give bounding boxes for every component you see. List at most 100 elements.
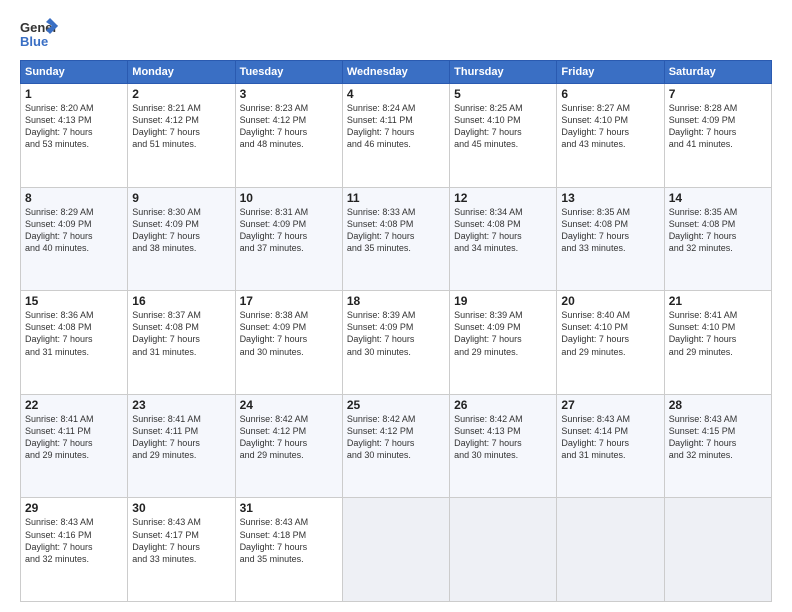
day-info: Sunrise: 8:42 AMSunset: 4:12 PMDaylight:… — [240, 413, 338, 462]
calendar-cell: 18Sunrise: 8:39 AMSunset: 4:09 PMDayligh… — [342, 291, 449, 395]
calendar-cell: 17Sunrise: 8:38 AMSunset: 4:09 PMDayligh… — [235, 291, 342, 395]
calendar-cell: 11Sunrise: 8:33 AMSunset: 4:08 PMDayligh… — [342, 187, 449, 291]
calendar-cell: 3Sunrise: 8:23 AMSunset: 4:12 PMDaylight… — [235, 84, 342, 188]
day-info: Sunrise: 8:42 AMSunset: 4:13 PMDaylight:… — [454, 413, 552, 462]
svg-text:Blue: Blue — [20, 34, 48, 49]
calendar-cell: 8Sunrise: 8:29 AMSunset: 4:09 PMDaylight… — [21, 187, 128, 291]
day-number: 23 — [132, 398, 230, 412]
day-info: Sunrise: 8:34 AMSunset: 4:08 PMDaylight:… — [454, 206, 552, 255]
day-info: Sunrise: 8:40 AMSunset: 4:10 PMDaylight:… — [561, 309, 659, 358]
day-number: 6 — [561, 87, 659, 101]
calendar-cell: 26Sunrise: 8:42 AMSunset: 4:13 PMDayligh… — [450, 394, 557, 498]
day-number: 7 — [669, 87, 767, 101]
calendar-cell: 12Sunrise: 8:34 AMSunset: 4:08 PMDayligh… — [450, 187, 557, 291]
calendar-cell — [664, 498, 771, 602]
day-info: Sunrise: 8:41 AMSunset: 4:11 PMDaylight:… — [25, 413, 123, 462]
calendar-cell — [450, 498, 557, 602]
day-info: Sunrise: 8:36 AMSunset: 4:08 PMDaylight:… — [25, 309, 123, 358]
calendar-cell: 13Sunrise: 8:35 AMSunset: 4:08 PMDayligh… — [557, 187, 664, 291]
day-number: 5 — [454, 87, 552, 101]
day-info: Sunrise: 8:39 AMSunset: 4:09 PMDaylight:… — [454, 309, 552, 358]
day-info: Sunrise: 8:41 AMSunset: 4:11 PMDaylight:… — [132, 413, 230, 462]
day-info: Sunrise: 8:43 AMSunset: 4:14 PMDaylight:… — [561, 413, 659, 462]
calendar-cell: 7Sunrise: 8:28 AMSunset: 4:09 PMDaylight… — [664, 84, 771, 188]
day-info: Sunrise: 8:21 AMSunset: 4:12 PMDaylight:… — [132, 102, 230, 151]
calendar-cell: 28Sunrise: 8:43 AMSunset: 4:15 PMDayligh… — [664, 394, 771, 498]
day-info: Sunrise: 8:24 AMSunset: 4:11 PMDaylight:… — [347, 102, 445, 151]
day-number: 4 — [347, 87, 445, 101]
day-number: 11 — [347, 191, 445, 205]
day-number: 30 — [132, 501, 230, 515]
day-number: 14 — [669, 191, 767, 205]
day-info: Sunrise: 8:43 AMSunset: 4:15 PMDaylight:… — [669, 413, 767, 462]
calendar-week-1: 1Sunrise: 8:20 AMSunset: 4:13 PMDaylight… — [21, 84, 772, 188]
calendar-cell: 5Sunrise: 8:25 AMSunset: 4:10 PMDaylight… — [450, 84, 557, 188]
day-number: 8 — [25, 191, 123, 205]
day-number: 27 — [561, 398, 659, 412]
day-info: Sunrise: 8:20 AMSunset: 4:13 PMDaylight:… — [25, 102, 123, 151]
day-number: 15 — [25, 294, 123, 308]
day-number: 29 — [25, 501, 123, 515]
calendar-week-3: 15Sunrise: 8:36 AMSunset: 4:08 PMDayligh… — [21, 291, 772, 395]
day-info: Sunrise: 8:39 AMSunset: 4:09 PMDaylight:… — [347, 309, 445, 358]
day-info: Sunrise: 8:43 AMSunset: 4:17 PMDaylight:… — [132, 516, 230, 565]
day-info: Sunrise: 8:43 AMSunset: 4:18 PMDaylight:… — [240, 516, 338, 565]
weekday-header-sunday: Sunday — [21, 61, 128, 84]
calendar-cell: 10Sunrise: 8:31 AMSunset: 4:09 PMDayligh… — [235, 187, 342, 291]
calendar-cell: 20Sunrise: 8:40 AMSunset: 4:10 PMDayligh… — [557, 291, 664, 395]
header: GeneralBlue — [20, 18, 772, 52]
day-number: 3 — [240, 87, 338, 101]
day-info: Sunrise: 8:30 AMSunset: 4:09 PMDaylight:… — [132, 206, 230, 255]
calendar-cell: 4Sunrise: 8:24 AMSunset: 4:11 PMDaylight… — [342, 84, 449, 188]
weekday-header-saturday: Saturday — [664, 61, 771, 84]
day-number: 17 — [240, 294, 338, 308]
day-info: Sunrise: 8:23 AMSunset: 4:12 PMDaylight:… — [240, 102, 338, 151]
day-info: Sunrise: 8:42 AMSunset: 4:12 PMDaylight:… — [347, 413, 445, 462]
calendar-cell: 16Sunrise: 8:37 AMSunset: 4:08 PMDayligh… — [128, 291, 235, 395]
day-number: 18 — [347, 294, 445, 308]
day-info: Sunrise: 8:38 AMSunset: 4:09 PMDaylight:… — [240, 309, 338, 358]
day-number: 10 — [240, 191, 338, 205]
weekday-header-monday: Monday — [128, 61, 235, 84]
day-number: 26 — [454, 398, 552, 412]
day-number: 13 — [561, 191, 659, 205]
calendar-cell — [342, 498, 449, 602]
day-info: Sunrise: 8:37 AMSunset: 4:08 PMDaylight:… — [132, 309, 230, 358]
day-info: Sunrise: 8:35 AMSunset: 4:08 PMDaylight:… — [561, 206, 659, 255]
weekday-header-wednesday: Wednesday — [342, 61, 449, 84]
weekday-header-tuesday: Tuesday — [235, 61, 342, 84]
calendar-cell: 15Sunrise: 8:36 AMSunset: 4:08 PMDayligh… — [21, 291, 128, 395]
calendar-cell: 6Sunrise: 8:27 AMSunset: 4:10 PMDaylight… — [557, 84, 664, 188]
day-info: Sunrise: 8:25 AMSunset: 4:10 PMDaylight:… — [454, 102, 552, 151]
day-number: 22 — [25, 398, 123, 412]
day-info: Sunrise: 8:43 AMSunset: 4:16 PMDaylight:… — [25, 516, 123, 565]
day-number: 24 — [240, 398, 338, 412]
day-info: Sunrise: 8:33 AMSunset: 4:08 PMDaylight:… — [347, 206, 445, 255]
calendar-week-2: 8Sunrise: 8:29 AMSunset: 4:09 PMDaylight… — [21, 187, 772, 291]
day-number: 2 — [132, 87, 230, 101]
day-number: 25 — [347, 398, 445, 412]
page: GeneralBlue SundayMondayTuesdayWednesday… — [0, 0, 792, 612]
day-info: Sunrise: 8:27 AMSunset: 4:10 PMDaylight:… — [561, 102, 659, 151]
day-info: Sunrise: 8:31 AMSunset: 4:09 PMDaylight:… — [240, 206, 338, 255]
calendar-cell: 25Sunrise: 8:42 AMSunset: 4:12 PMDayligh… — [342, 394, 449, 498]
day-info: Sunrise: 8:35 AMSunset: 4:08 PMDaylight:… — [669, 206, 767, 255]
calendar-cell: 22Sunrise: 8:41 AMSunset: 4:11 PMDayligh… — [21, 394, 128, 498]
day-number: 28 — [669, 398, 767, 412]
calendar-body: 1Sunrise: 8:20 AMSunset: 4:13 PMDaylight… — [21, 84, 772, 602]
day-number: 1 — [25, 87, 123, 101]
day-info: Sunrise: 8:28 AMSunset: 4:09 PMDaylight:… — [669, 102, 767, 151]
calendar-week-4: 22Sunrise: 8:41 AMSunset: 4:11 PMDayligh… — [21, 394, 772, 498]
calendar-week-5: 29Sunrise: 8:43 AMSunset: 4:16 PMDayligh… — [21, 498, 772, 602]
calendar-cell: 9Sunrise: 8:30 AMSunset: 4:09 PMDaylight… — [128, 187, 235, 291]
day-number: 19 — [454, 294, 552, 308]
day-number: 31 — [240, 501, 338, 515]
day-number: 20 — [561, 294, 659, 308]
day-number: 16 — [132, 294, 230, 308]
day-info: Sunrise: 8:29 AMSunset: 4:09 PMDaylight:… — [25, 206, 123, 255]
weekday-header-friday: Friday — [557, 61, 664, 84]
day-number: 21 — [669, 294, 767, 308]
calendar-cell: 23Sunrise: 8:41 AMSunset: 4:11 PMDayligh… — [128, 394, 235, 498]
day-number: 9 — [132, 191, 230, 205]
day-number: 12 — [454, 191, 552, 205]
